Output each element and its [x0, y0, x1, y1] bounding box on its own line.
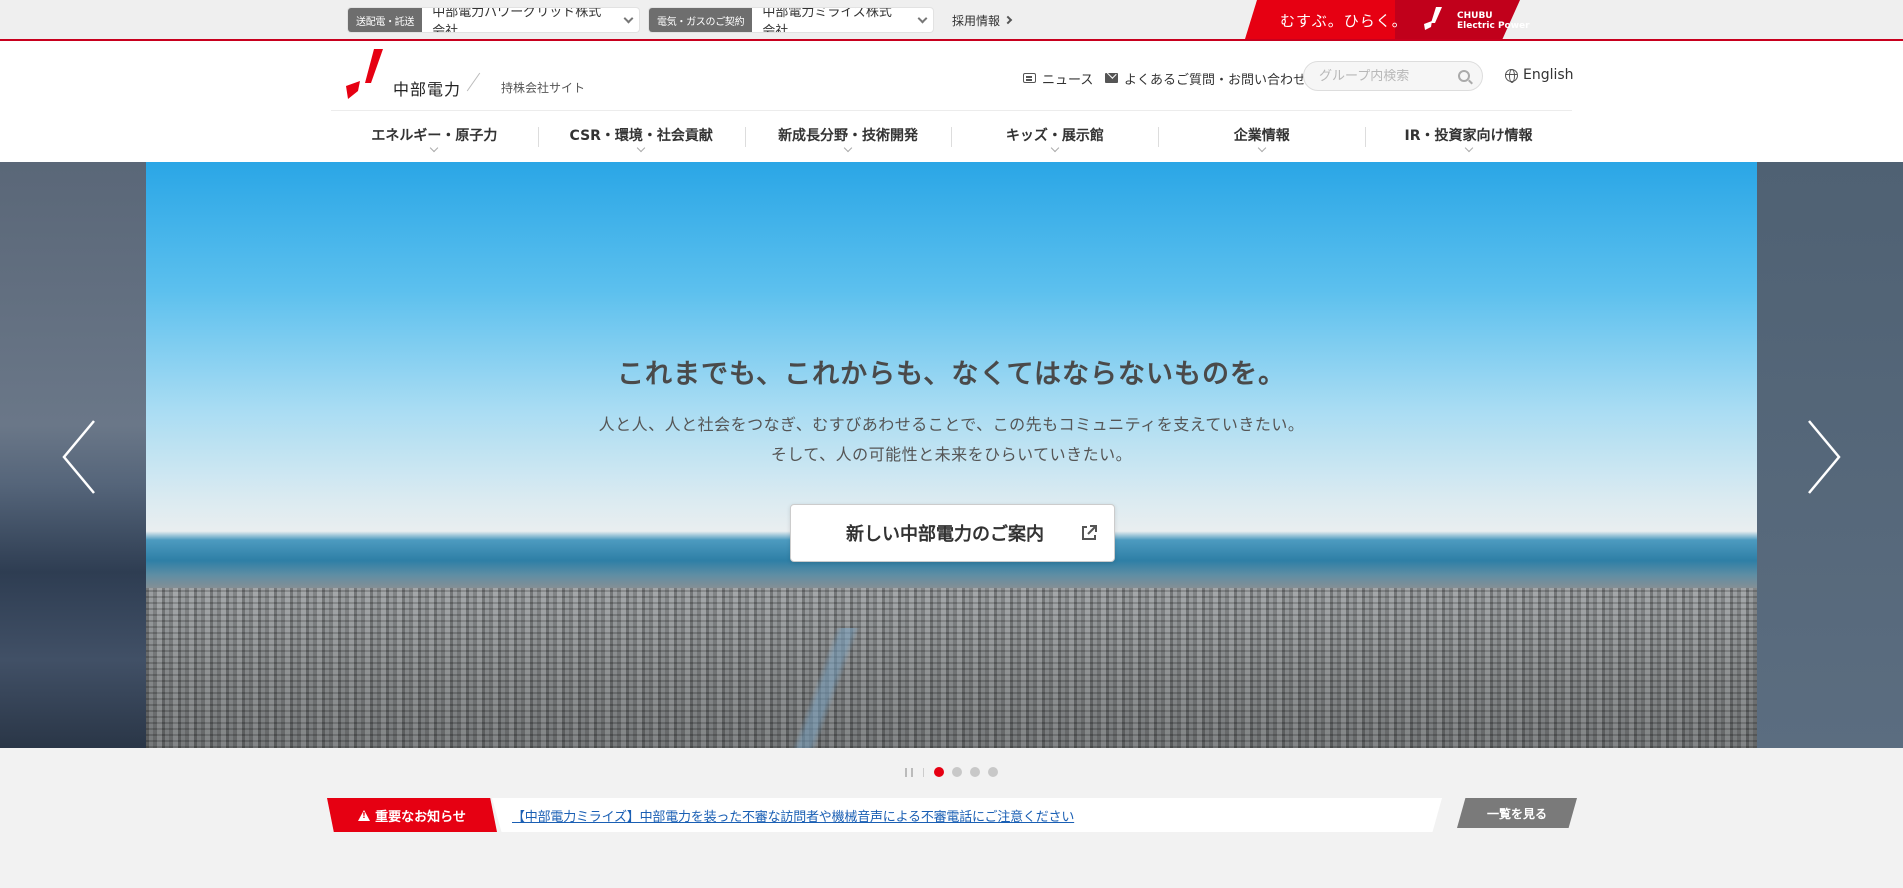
- group-site-select-miraiz[interactable]: 電気・ガスのご契約 中部電力ミライズ株式会社: [649, 8, 933, 32]
- slider-dot[interactable]: [970, 767, 980, 777]
- important-notice-bar: 重要なお知らせ 【中部電力ミライズ】中部電力を装った不審な訪問者や機械音声による…: [327, 798, 1577, 832]
- faq-contact-label: よくあるご質問・お問い合わせ: [1124, 72, 1307, 88]
- header-divider: [331, 110, 1572, 111]
- chubu-logo-mark-icon: [346, 49, 383, 99]
- slider-dot[interactable]: [988, 767, 998, 777]
- slider-dot[interactable]: [952, 767, 962, 777]
- group-site-name: 中部電力ミライズ株式会社: [762, 8, 892, 32]
- site-logo[interactable]: 中部電力 持株会社サイト: [346, 49, 596, 104]
- chevron-down-icon: [636, 143, 646, 153]
- chevron-down-icon: [843, 143, 853, 153]
- hero-subtitle-line1: 人と人、人と社会をつなぎ、むすびあわせることで、この先もコミュニティを支えていき…: [598, 415, 1305, 434]
- slider-pager: [905, 767, 998, 777]
- company-guide-button[interactable]: 新しい中部電力のご案内: [790, 504, 1115, 562]
- brand-slogan-tab[interactable]: むすぶ。ひらく。 CHUBU Electric Power: [1245, 0, 1575, 39]
- nav-item-label: 新成長分野・技術開発: [778, 128, 919, 144]
- search-input[interactable]: [1319, 68, 1449, 84]
- hero-title: これまでも、これからも、なくてはならないものを。: [616, 359, 1287, 390]
- next-slide-arrow-icon[interactable]: [1803, 417, 1843, 497]
- nav-item-label: キッズ・展示館: [1005, 128, 1104, 144]
- mail-icon: [1105, 73, 1118, 83]
- news-link[interactable]: ニュース: [1023, 67, 1093, 89]
- nav-item-energy[interactable]: エネルギー・原子力: [331, 117, 538, 157]
- chubu-logo-mark-icon: [1424, 7, 1442, 30]
- group-site-name: 中部電力パワーグリッド株式会社: [432, 8, 602, 32]
- nav-item-new-growth[interactable]: 新成長分野・技術開発: [744, 117, 952, 157]
- chevron-down-icon: [911, 8, 933, 32]
- chevron-down-icon: [617, 8, 639, 32]
- nav-item-label: CSR・環境・社会貢献: [569, 128, 713, 144]
- nav-item-kids[interactable]: キッズ・展示館: [951, 117, 1158, 157]
- brand-english-line2: Electric Power: [1457, 21, 1530, 31]
- english-label: English: [1523, 67, 1574, 83]
- chevron-right-icon: [1003, 15, 1013, 25]
- brand-english-name: CHUBU Electric Power: [1457, 11, 1530, 31]
- chevron-down-icon: [1464, 143, 1473, 153]
- recruit-link[interactable]: 採用情報: [952, 10, 1013, 30]
- external-link-icon: [1082, 525, 1097, 540]
- logo-subtitle: 持株会社サイト: [501, 81, 586, 95]
- nav-item-corporate[interactable]: 企業情報: [1158, 117, 1365, 157]
- global-nav: エネルギー・原子力 CSR・環境・社会貢献 新成長分野・技術開発 キッズ・展示館…: [331, 117, 1572, 157]
- top-utility-bar: 送配電・託送 中部電力パワーグリッド株式会社 電気・ガスのご契約 中部電力ミライ…: [0, 0, 1903, 41]
- brand-english-line1: CHUBU: [1457, 11, 1493, 21]
- faq-contact-link[interactable]: よくあるご質問・お問い合わせ: [1105, 67, 1306, 89]
- hero-subtitle: 人と人、人と社会をつなぎ、むすびあわせることで、この先もコミュニティを支えていき…: [146, 410, 1757, 470]
- pause-icon[interactable]: [905, 767, 913, 777]
- site-search: [1303, 61, 1483, 91]
- hero-subtitle-line2: そして、人の可能性と未来をひらいていきたい。: [770, 445, 1133, 464]
- news-icon: [1023, 73, 1036, 83]
- cityscape-image: [146, 588, 1757, 748]
- logo-text: 中部電力: [393, 80, 462, 99]
- english-link[interactable]: English: [1505, 67, 1574, 83]
- notice-link[interactable]: 【中部電力ミライズ】中部電力を装った不審な訪問者や機械音声による不審電話にご注意…: [512, 806, 1074, 825]
- nav-item-ir[interactable]: IR・投資家向け情報: [1365, 117, 1572, 157]
- company-guide-label: 新しい中部電力のご案内: [846, 524, 1044, 545]
- chevron-down-icon: [1050, 143, 1060, 153]
- warning-icon: [358, 809, 371, 821]
- group-site-tag: 電気・ガスのご契約: [649, 8, 753, 32]
- nav-item-label: IR・投資家向け情報: [1404, 128, 1533, 144]
- view-all-notices-button[interactable]: 一覧を見る: [1457, 798, 1577, 828]
- globe-icon: [1505, 68, 1518, 83]
- nav-item-label: エネルギー・原子力: [371, 128, 498, 144]
- nav-item-label: 企業情報: [1233, 128, 1290, 144]
- chevron-down-icon: [430, 143, 439, 153]
- notice-label-text: 重要なお知らせ: [375, 809, 466, 825]
- nav-item-csr[interactable]: CSR・環境・社会貢献: [537, 117, 745, 157]
- search-icon[interactable]: [1458, 70, 1470, 82]
- important-notice-label: 重要なお知らせ: [327, 798, 497, 832]
- notice-content: 【中部電力ミライズ】中部電力を装った不審な訪問者や機械音声による不審電話にご注意…: [492, 798, 1442, 832]
- chevron-down-icon: [1257, 143, 1266, 153]
- group-site-select-powergrid[interactable]: 送配電・託送 中部電力パワーグリッド株式会社: [348, 8, 639, 32]
- news-label: ニュース: [1042, 72, 1094, 88]
- hero-slider: これまでも、これからも、なくてはならないものを。 人と人、人と社会をつなぎ、むす…: [0, 162, 1903, 748]
- logo-divider: [466, 72, 481, 92]
- brand-slogan: むすぶ。ひらく。: [1280, 12, 1408, 30]
- recruit-label: 採用情報: [952, 13, 1001, 28]
- slider-dot[interactable]: [934, 767, 944, 777]
- group-site-tag: 送配電・託送: [348, 8, 423, 32]
- previous-slide-arrow-icon[interactable]: [60, 417, 100, 497]
